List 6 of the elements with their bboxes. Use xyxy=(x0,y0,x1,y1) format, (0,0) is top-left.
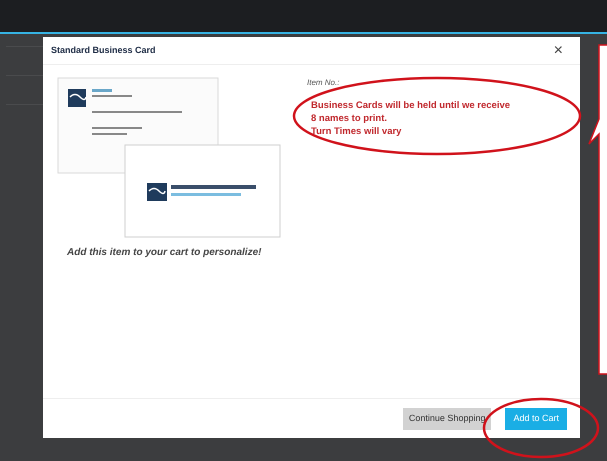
close-button[interactable]: × xyxy=(554,42,563,58)
personalize-caption: Add this item to your cart to personalize! xyxy=(67,246,262,260)
item-number-label: Item No.: xyxy=(307,77,340,89)
continue-shopping-button[interactable]: Continue Shopping xyxy=(402,408,492,430)
notice-text: Business Cards will be held until we receive 8 names to print. Turn Times will vary xyxy=(311,99,510,138)
dialog-title: Standard Business Card xyxy=(51,44,156,57)
